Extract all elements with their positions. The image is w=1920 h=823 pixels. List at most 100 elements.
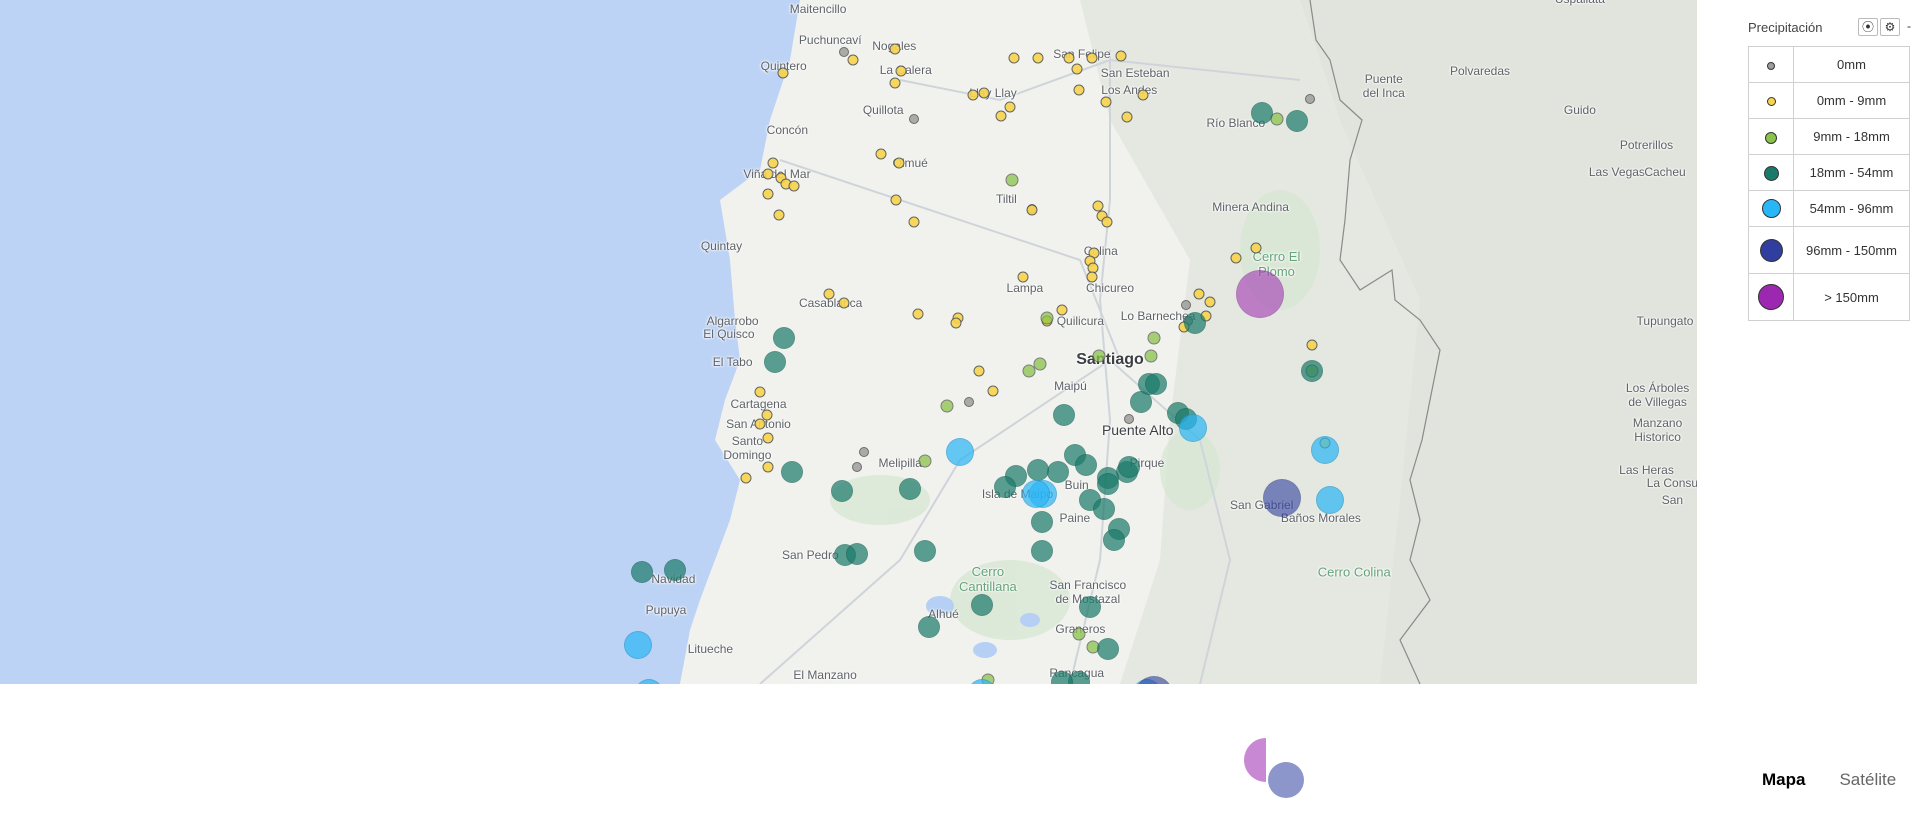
- station-marker[interactable]: [764, 351, 787, 374]
- station-marker[interactable]: [762, 432, 774, 444]
- station-marker[interactable]: [1074, 454, 1097, 477]
- station-marker[interactable]: [773, 327, 796, 350]
- station-marker[interactable]: [1117, 456, 1140, 479]
- station-marker[interactable]: [1123, 414, 1134, 425]
- station-marker[interactable]: [964, 396, 975, 407]
- station-marker[interactable]: [1230, 252, 1242, 263]
- station-marker[interactable]: [1147, 331, 1161, 345]
- station-marker[interactable]: [1004, 101, 1016, 113]
- station-marker[interactable]: [788, 180, 800, 192]
- station-marker[interactable]: [1093, 497, 1116, 520]
- station-marker[interactable]: [895, 65, 907, 77]
- station-marker[interactable]: [950, 317, 962, 329]
- station-marker[interactable]: [971, 594, 994, 617]
- station-marker[interactable]: [847, 54, 859, 66]
- station-marker[interactable]: [845, 543, 868, 566]
- station-marker[interactable]: [858, 446, 869, 457]
- station-marker[interactable]: [993, 476, 1016, 499]
- station-marker[interactable]: [946, 437, 975, 466]
- station-marker[interactable]: [773, 209, 785, 221]
- station-marker[interactable]: [1040, 311, 1054, 325]
- station-marker[interactable]: [762, 188, 774, 200]
- station-marker[interactable]: [1086, 52, 1097, 64]
- station-marker[interactable]: [1030, 539, 1053, 562]
- station-marker[interactable]: [1102, 528, 1125, 551]
- station-marker[interactable]: [1263, 478, 1302, 517]
- locate-icon[interactable]: ⦿: [1858, 18, 1878, 36]
- station-marker[interactable]: [875, 148, 887, 160]
- station-marker[interactable]: [1285, 110, 1308, 133]
- station-marker[interactable]: [838, 297, 850, 309]
- station-marker[interactable]: [830, 480, 853, 503]
- station-marker[interactable]: [838, 47, 849, 58]
- station-marker[interactable]: [1026, 458, 1049, 481]
- station-marker[interactable]: [762, 461, 774, 473]
- station-marker[interactable]: [1235, 270, 1284, 319]
- station-marker[interactable]: [1144, 349, 1158, 363]
- station-marker[interactable]: [740, 472, 752, 484]
- station-marker[interactable]: [1137, 89, 1149, 101]
- station-marker[interactable]: [1072, 627, 1086, 641]
- station-marker[interactable]: [889, 77, 901, 89]
- station-marker[interactable]: [912, 308, 924, 320]
- station-marker[interactable]: [767, 157, 779, 169]
- station-marker[interactable]: [978, 87, 990, 99]
- station-marker[interactable]: [1026, 204, 1038, 216]
- station-marker[interactable]: [967, 89, 979, 101]
- station-marker[interactable]: [1145, 373, 1168, 396]
- station-marker[interactable]: [1306, 339, 1318, 351]
- station-marker[interactable]: [995, 110, 1007, 122]
- station-marker[interactable]: [973, 365, 985, 377]
- collapse-button[interactable]: -: [1902, 18, 1916, 36]
- map-canvas[interactable]: MaitencilloPuchuncavíNogalesQuinteroLa C…: [0, 0, 1697, 684]
- station-marker[interactable]: [908, 216, 920, 228]
- station-marker[interactable]: [917, 616, 940, 639]
- station-marker[interactable]: [1184, 311, 1207, 334]
- station-marker[interactable]: [1100, 96, 1112, 108]
- station-marker[interactable]: [823, 288, 835, 300]
- station-marker[interactable]: [1180, 300, 1191, 311]
- station-marker[interactable]: [1073, 84, 1085, 96]
- station-marker[interactable]: [893, 157, 905, 169]
- station-marker[interactable]: [1193, 288, 1205, 300]
- station-marker[interactable]: [777, 67, 789, 79]
- station-marker[interactable]: [1056, 304, 1068, 316]
- station-marker[interactable]: [1030, 511, 1053, 534]
- station-marker[interactable]: [1250, 242, 1262, 254]
- station-marker[interactable]: [1086, 271, 1097, 283]
- station-marker[interactable]: [1052, 403, 1075, 426]
- station-marker[interactable]: [1032, 52, 1044, 64]
- station-marker[interactable]: [1304, 94, 1315, 105]
- station-marker[interactable]: [754, 418, 766, 429]
- station-marker[interactable]: [664, 559, 687, 582]
- station-marker[interactable]: [624, 630, 653, 659]
- map-type-map-button[interactable]: Mapa: [1762, 770, 1805, 790]
- station-marker[interactable]: [889, 43, 901, 55]
- station-marker[interactable]: [1092, 349, 1106, 363]
- station-marker[interactable]: [1316, 486, 1345, 515]
- station-marker[interactable]: [890, 194, 902, 206]
- station-marker[interactable]: [1097, 472, 1120, 495]
- station-marker[interactable]: [1078, 596, 1101, 619]
- station-marker[interactable]: [908, 114, 919, 125]
- station-marker[interactable]: [1047, 460, 1070, 483]
- station-marker[interactable]: [1097, 638, 1120, 661]
- station-marker[interactable]: [1250, 101, 1273, 124]
- station-marker[interactable]: [780, 460, 803, 483]
- station-marker[interactable]: [1092, 200, 1104, 212]
- station-marker[interactable]: [1115, 50, 1127, 62]
- station-marker[interactable]: [1121, 111, 1133, 123]
- station-marker[interactable]: [762, 168, 774, 180]
- station-marker[interactable]: [1101, 216, 1113, 228]
- map-type-satellite-button[interactable]: Satélite: [1839, 770, 1896, 790]
- station-marker[interactable]: [1063, 52, 1075, 64]
- settings-icon[interactable]: ⚙: [1880, 18, 1900, 36]
- station-marker[interactable]: [1005, 173, 1019, 187]
- station-marker[interactable]: [1310, 435, 1339, 464]
- station-marker[interactable]: [914, 539, 936, 562]
- station-marker[interactable]: [1204, 296, 1216, 308]
- station-marker[interactable]: [1300, 359, 1323, 382]
- station-marker[interactable]: [1008, 52, 1020, 64]
- station-marker[interactable]: [1033, 357, 1047, 371]
- station-marker[interactable]: [630, 561, 653, 584]
